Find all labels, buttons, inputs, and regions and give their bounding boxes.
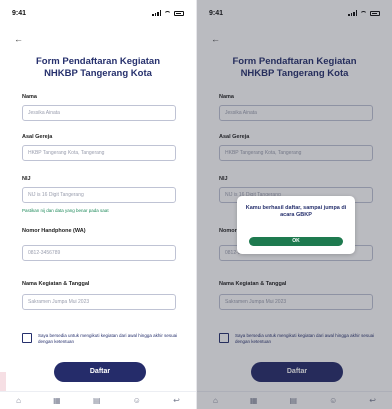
name-label: Nama (22, 94, 37, 100)
event-input[interactable]: Sakramen Jumpa Mui 2023 (22, 294, 176, 310)
back-arrow-icon[interactable]: ← (14, 34, 23, 44)
calendar-icon[interactable]: ▦ (53, 396, 61, 405)
home-icon[interactable]: ⌂ (16, 396, 21, 405)
name-input[interactable]: Jessika Ainata (22, 105, 176, 121)
page-title: Form Pendaftaran Kegiatan NHKBP Tangeran… (0, 56, 196, 80)
phone-label: Nomor Handphone (WA) (22, 228, 86, 234)
news-icon[interactable]: ▤ (93, 396, 101, 405)
nij-hint: Pastikan nij dan data yang benar pada sa… (22, 208, 109, 213)
success-message: Kamu berhasil daftar, sampai jumpa di ac… (245, 205, 347, 218)
page-title-line2: NHKBP Tangerang Kota (44, 68, 152, 79)
page-title-line1: Form Pendaftaran Kegiatan (35, 56, 161, 67)
status-icons (152, 10, 184, 16)
agreement-row: Saya bersedia untuk mengikuti kegiatan d… (22, 333, 178, 345)
wifi-icon (164, 10, 171, 16)
submit-button[interactable]: Daftar (54, 362, 146, 382)
signal-icon (152, 10, 161, 16)
church-label: Asal Gereja (22, 134, 53, 140)
agreement-text: Saya bersedia untuk mengikuti kegiatan d… (38, 333, 178, 344)
success-dialog: Kamu berhasil daftar, sampai jumpa di ac… (237, 196, 355, 254)
nij-label: NIJ (22, 176, 31, 182)
phone-success-screen: 9:41 ← Form Pendaftaran Kegiatan NHKBP T… (196, 0, 392, 409)
nij-input[interactable]: NIJ is 16 Digit Tangerang (22, 187, 176, 203)
phone-input[interactable]: 0812-3456789 (22, 245, 176, 261)
bottom-nav: ⌂ ▦ ▤ ☺ ↩ (0, 391, 196, 409)
event-label: Nama Kegiatan & Tanggal (22, 281, 90, 287)
church-input[interactable]: HKBP Tangerang Kota, Tangerang (22, 145, 176, 161)
battery-icon (174, 10, 184, 16)
ok-button[interactable]: OK (249, 237, 343, 246)
agreement-checkbox[interactable] (22, 333, 32, 343)
status-time: 9:41 (12, 9, 27, 17)
phone-form-screen: 9:41 ← Form Pendaftaran Kegiatan NHKBP T… (0, 0, 196, 409)
back-icon[interactable]: ↩ (173, 396, 180, 405)
profile-icon[interactable]: ☺ (133, 396, 141, 405)
status-bar: 9:41 (12, 8, 184, 18)
